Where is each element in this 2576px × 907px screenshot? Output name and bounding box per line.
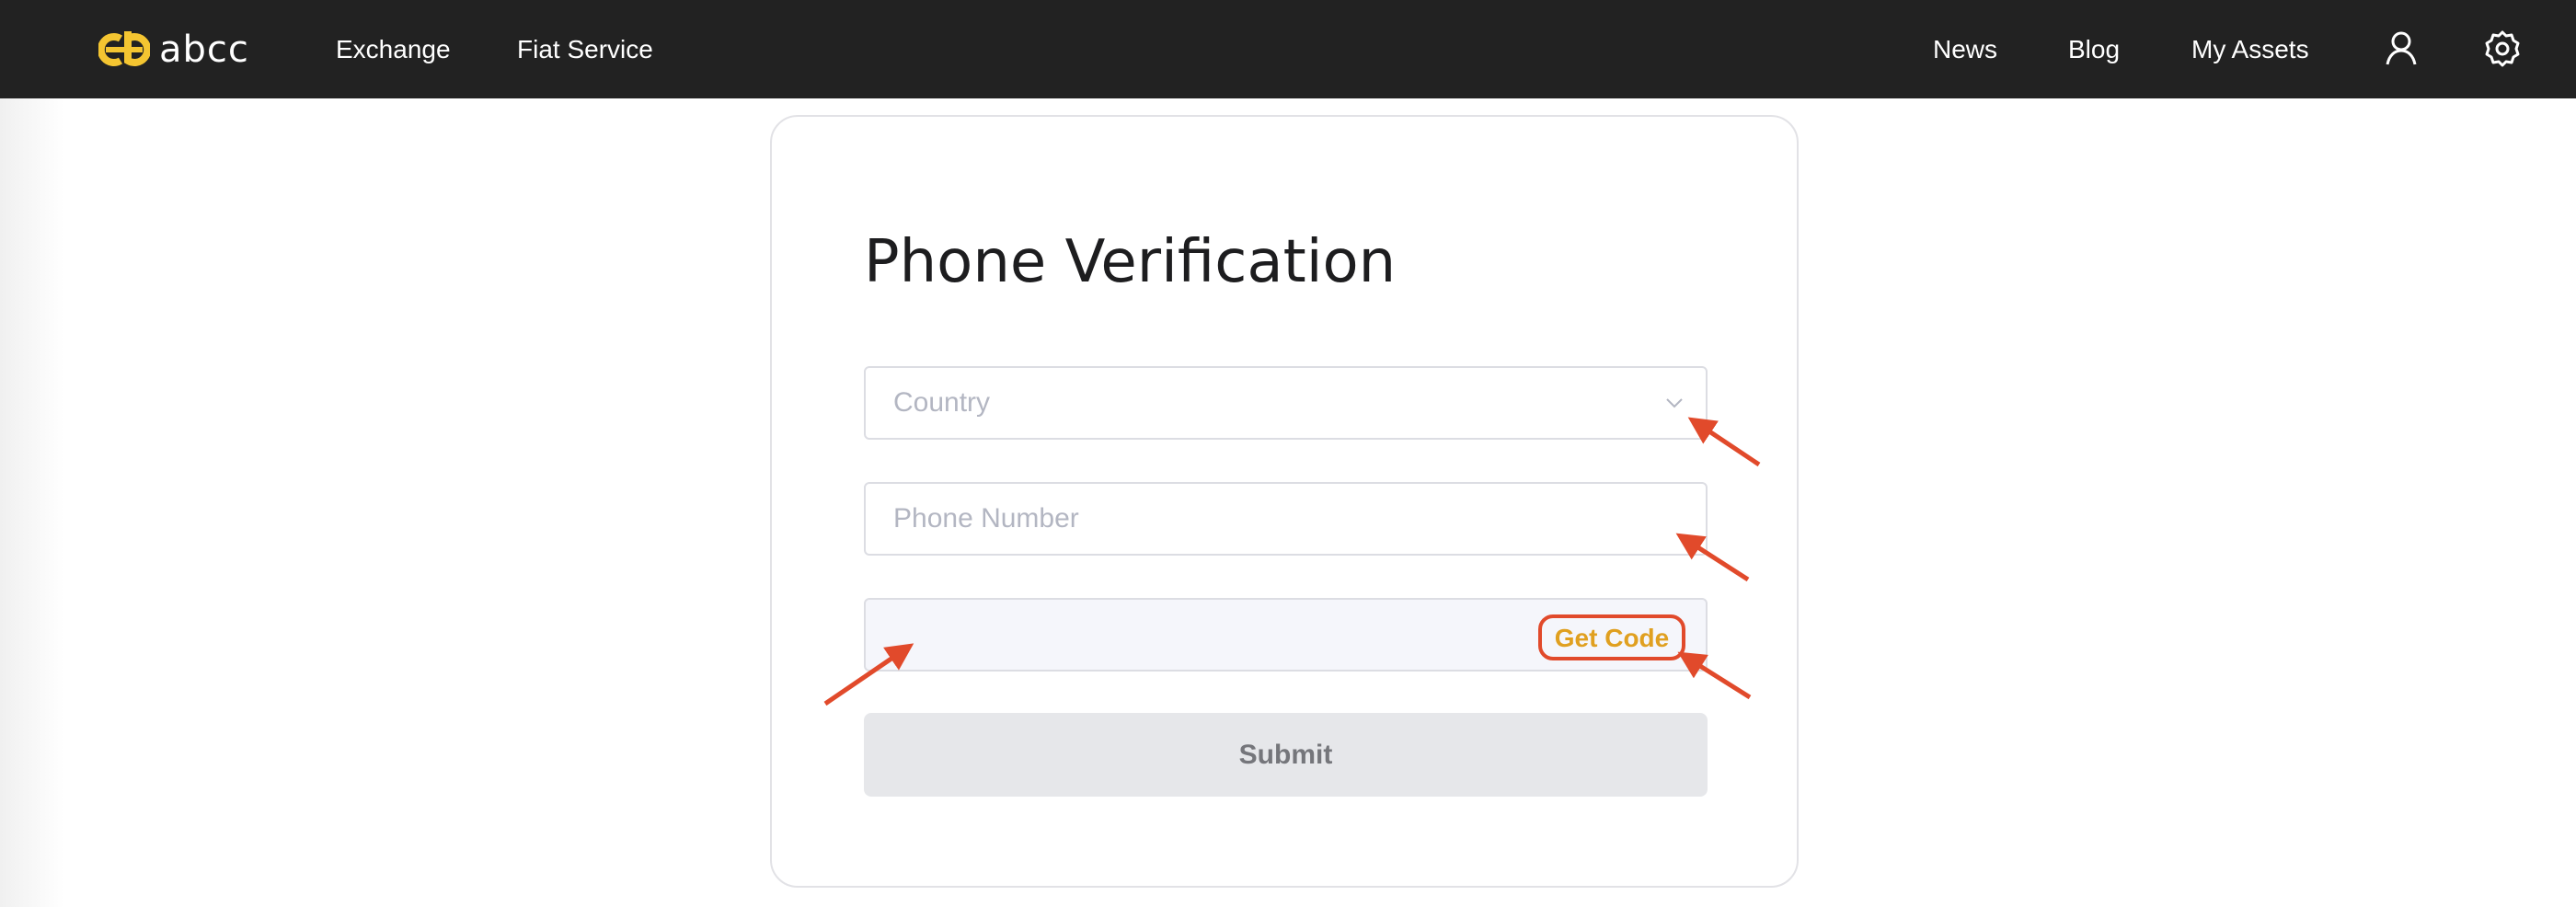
gear-icon[interactable] (2481, 28, 2524, 70)
get-code-button[interactable]: Get Code (1538, 614, 1685, 660)
country-select[interactable]: Country (864, 366, 1708, 440)
chevron-down-icon[interactable] (1663, 392, 1685, 414)
phone-number-input[interactable] (893, 484, 1593, 554)
user-icon[interactable] (2380, 28, 2422, 70)
nav-my-assets[interactable]: My Assets (2191, 32, 2309, 67)
submit-button[interactable]: Submit (864, 713, 1708, 797)
phone-number-field[interactable] (864, 482, 1708, 556)
page: abcc Exchange Fiat Service News Blog My … (0, 0, 2576, 907)
nav-fiat-service[interactable]: Fiat Service (517, 32, 653, 67)
logo-text: abcc (159, 29, 249, 71)
verification-code-field[interactable]: Get Code (864, 598, 1708, 672)
nav-exchange[interactable]: Exchange (336, 32, 451, 67)
left-shade (0, 98, 64, 907)
nav-news[interactable]: News (1933, 32, 1997, 67)
nav-blog[interactable]: Blog (2068, 32, 2120, 67)
abcc-logo-icon (98, 31, 150, 66)
top-navigation-bar: abcc Exchange Fiat Service News Blog My … (0, 0, 2576, 98)
verification-code-input[interactable] (893, 600, 1593, 670)
logo[interactable]: abcc (98, 28, 249, 72)
country-select-placeholder: Country (893, 387, 991, 418)
page-title: Phone Verification (864, 228, 1397, 296)
